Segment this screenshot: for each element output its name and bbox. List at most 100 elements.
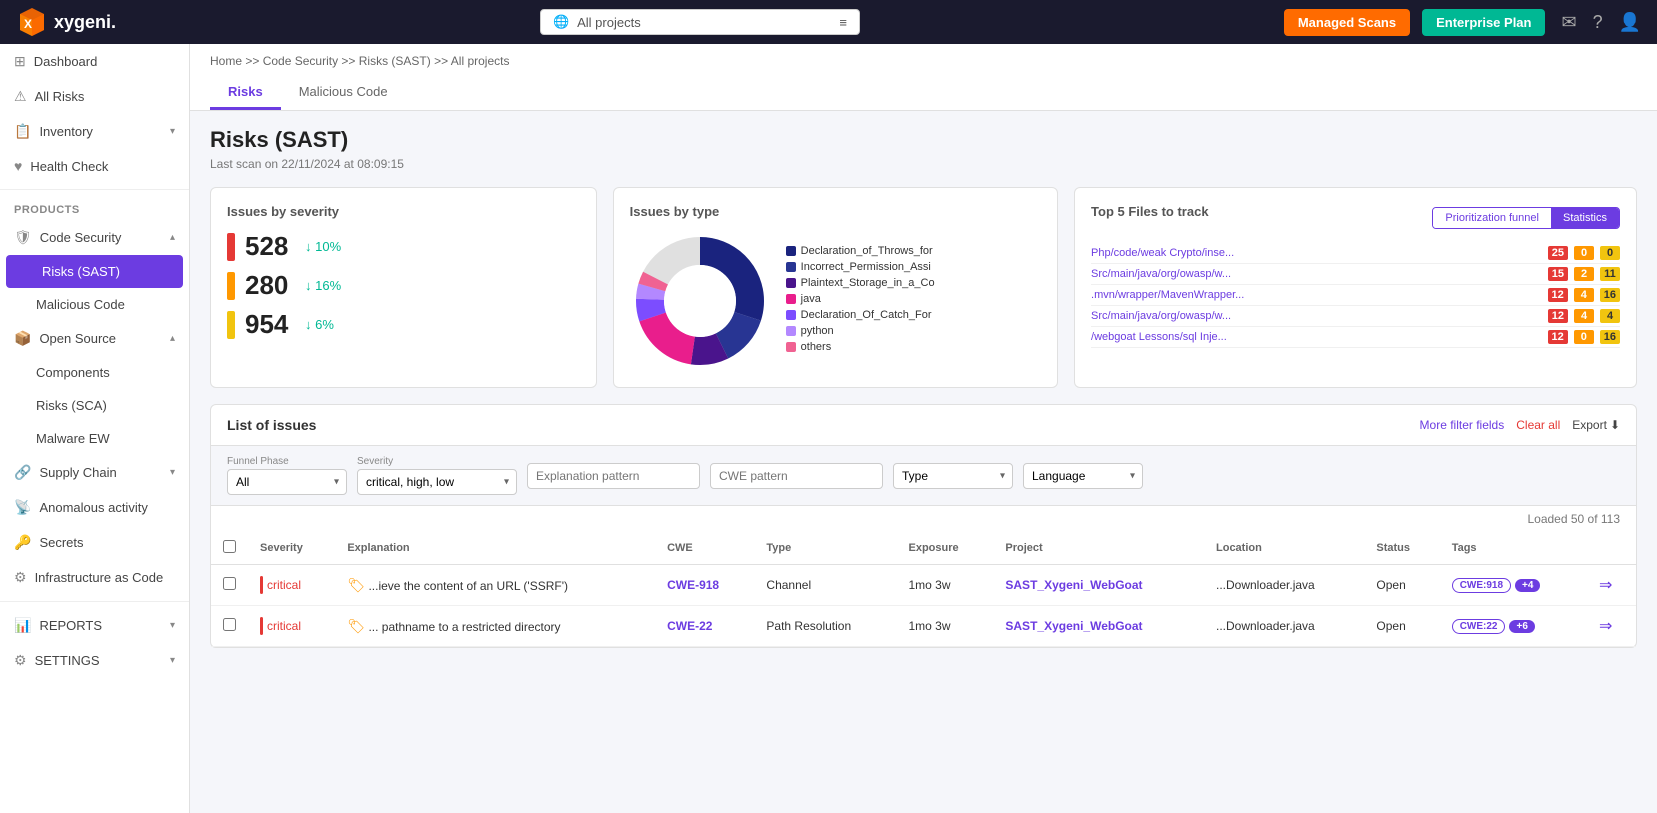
toggle-statistics[interactable]: Statistics: [1551, 208, 1619, 228]
row-checkbox-cell: [211, 606, 248, 647]
row-status: Open: [1364, 606, 1439, 647]
row-type: Path Resolution: [754, 606, 896, 647]
sidebar-item-health-check[interactable]: ♥ Health Check: [0, 149, 189, 183]
sidebar-item-code-security[interactable]: 🛡 Code Security ▴: [0, 220, 189, 255]
file-row: Src/main/java/org/owasp/w... 12 4 4: [1091, 306, 1620, 327]
high-bar: [227, 272, 235, 300]
health-icon: ♥: [14, 158, 22, 174]
cwe-link[interactable]: CWE-22: [667, 619, 712, 633]
file-link[interactable]: /webgoat Lessons/sql Inje...: [1091, 331, 1541, 343]
row-checkbox-cell: [211, 565, 248, 606]
medium-change: ↓ 6%: [305, 317, 334, 332]
toggle-prioritization[interactable]: Prioritization funnel: [1433, 208, 1551, 228]
critical-change: ↓ 10%: [305, 239, 341, 254]
content-area: Home >> Code Security >> Risks (SAST) >>…: [190, 44, 1657, 813]
sidebar-item-settings[interactable]: ⚙ SETTINGS ▾: [0, 643, 189, 678]
page-subtitle: Last scan on 22/11/2024 at 08:09:15: [210, 157, 1637, 171]
row-detail-cell: ⇒: [1587, 565, 1636, 606]
legend-label: others: [801, 341, 832, 353]
sidebar-item-secrets[interactable]: 🔑 Secrets: [0, 525, 189, 560]
row-detail-button[interactable]: ⇒: [1599, 616, 1612, 636]
clear-all-link[interactable]: Clear all: [1516, 418, 1560, 432]
high-count: 280: [245, 270, 295, 301]
project-link[interactable]: SAST_Xygeni_WebGoat: [1005, 619, 1142, 633]
severity-line: [260, 576, 263, 594]
file-link[interactable]: Src/main/java/org/owasp/w...: [1091, 310, 1542, 322]
file-badge-red: 25: [1548, 246, 1568, 260]
sidebar-item-open-source[interactable]: 📦 Open Source ▴: [0, 321, 189, 356]
sidebar-label-anomalous: Anomalous activity: [39, 500, 147, 515]
breadcrumb-text: Home >> Code Security >> Risks (SAST) >>…: [210, 54, 509, 68]
user-icon[interactable]: 👤: [1619, 12, 1641, 33]
tab-risks[interactable]: Risks: [210, 76, 281, 110]
sidebar-item-supply-chain[interactable]: 🔗 Supply Chain ▾: [0, 455, 189, 490]
severity-text: critical: [267, 619, 301, 633]
main-layout: ⊞ Dashboard ⚠ All Risks 📋 Inventory ▾ ♥ …: [0, 44, 1657, 813]
language-select[interactable]: Language: [1023, 463, 1143, 489]
sidebar-item-anomalous[interactable]: 📡 Anomalous activity: [0, 490, 189, 525]
row-exposure: 1mo 3w: [897, 565, 994, 606]
severity-select[interactable]: critical, high, low: [357, 469, 517, 495]
row-tags: CWE:918+4: [1440, 565, 1587, 606]
medium-count: 954: [245, 309, 295, 340]
file-link[interactable]: Php/code/weak Crypto/inse...: [1091, 247, 1542, 259]
sidebar-item-malicious-code[interactable]: Malicious Code: [0, 288, 189, 321]
code-security-icon: 🛡: [14, 229, 32, 246]
type-select-wrap: Type: [893, 463, 1013, 489]
sidebar-label-inventory: Inventory: [39, 124, 92, 139]
file-link[interactable]: .mvn/wrapper/MavenWrapper...: [1091, 289, 1541, 301]
row-project: SAST_Xygeni_WebGoat: [993, 606, 1204, 647]
sidebar-label-dashboard: Dashboard: [34, 54, 98, 69]
row-severity: critical: [248, 606, 335, 647]
mail-icon[interactable]: ✉: [1561, 12, 1576, 33]
sidebar-label-code-security: Code Security: [40, 230, 122, 245]
svg-text:X: X: [24, 17, 32, 31]
sidebar-label-supply-chain: Supply Chain: [39, 465, 116, 480]
severity-line: [260, 617, 263, 635]
donut-chart: [630, 231, 770, 371]
legend-dot: [786, 246, 796, 256]
file-badge-red: 12: [1548, 288, 1568, 302]
enterprise-plan-button[interactable]: Enterprise Plan: [1422, 9, 1545, 36]
legend-dot: [786, 310, 796, 320]
inventory-chevron: ▾: [170, 126, 175, 137]
sidebar-item-iac[interactable]: ⚙ Infrastructure as Code: [0, 560, 189, 595]
row-checkbox[interactable]: [223, 618, 236, 631]
select-all-checkbox[interactable]: [223, 540, 236, 553]
row-checkbox[interactable]: [223, 577, 236, 590]
sidebar-label-health-check: Health Check: [30, 159, 108, 174]
managed-scans-button[interactable]: Managed Scans: [1284, 9, 1410, 36]
tabs: Risks Malicious Code: [210, 76, 1637, 110]
file-row: /webgoat Lessons/sql Inje... 12 0 16: [1091, 327, 1620, 348]
row-type: Channel: [754, 565, 896, 606]
cwe-pattern-input[interactable]: [710, 463, 883, 489]
funnel-phase-select[interactable]: All: [227, 469, 347, 495]
sidebar-item-reports[interactable]: 📊 REPORTS ▾: [0, 608, 189, 643]
sidebar-item-risks-sca[interactable]: Risks (SCA): [0, 389, 189, 422]
search-bar[interactable]: 🌐 All projects ≡: [540, 9, 860, 35]
row-exposure: 1mo 3w: [897, 606, 994, 647]
tab-malicious-code[interactable]: Malicious Code: [281, 76, 406, 110]
th-severity: Severity: [248, 532, 335, 565]
file-badge-yellow: 16: [1600, 330, 1620, 344]
medium-bar: [227, 311, 235, 339]
sidebar-item-inventory[interactable]: 📋 Inventory ▾: [0, 114, 189, 149]
cwe-link[interactable]: CWE-918: [667, 578, 719, 592]
sidebar-item-dashboard[interactable]: ⊞ Dashboard: [0, 44, 189, 79]
sidebar-item-risks-sast[interactable]: Risks (SAST): [6, 255, 183, 288]
file-row: Src/main/java/org/owasp/w... 15 2 11: [1091, 264, 1620, 285]
row-detail-button[interactable]: ⇒: [1599, 575, 1612, 595]
legend-dot: [786, 326, 796, 336]
export-link[interactable]: Export ⬇: [1572, 418, 1620, 432]
sidebar-item-components[interactable]: Components: [0, 356, 189, 389]
file-link[interactable]: Src/main/java/org/owasp/w...: [1091, 268, 1542, 280]
file-badge-yellow: 11: [1600, 267, 1620, 281]
sidebar-label-secrets: Secrets: [39, 535, 83, 550]
project-link[interactable]: SAST_Xygeni_WebGoat: [1005, 578, 1142, 592]
more-filter-fields-link[interactable]: More filter fields: [1420, 418, 1505, 432]
explanation-pattern-input[interactable]: [527, 463, 700, 489]
type-select[interactable]: Type: [893, 463, 1013, 489]
sidebar-item-all-risks[interactable]: ⚠ All Risks: [0, 79, 189, 114]
sidebar-item-malware-ew[interactable]: Malware EW: [0, 422, 189, 455]
help-icon[interactable]: ?: [1593, 12, 1603, 33]
